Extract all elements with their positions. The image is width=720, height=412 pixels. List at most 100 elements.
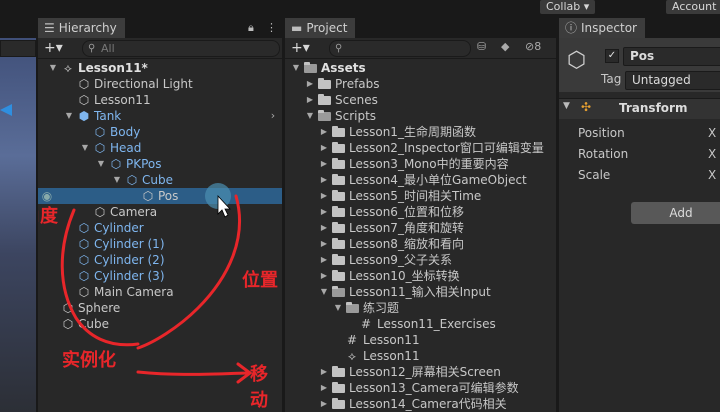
add-component-button[interactable]: Add	[631, 202, 720, 224]
inspector-tab-strip: ⓘ Inspector	[559, 18, 720, 38]
expand-arrow-icon[interactable]: ▼	[319, 284, 329, 300]
account-button[interactable]: Account	[666, 0, 720, 14]
expand-arrow-icon[interactable]: ▶	[319, 396, 329, 412]
project-item[interactable]: ▶ Lesson12_屏幕相关Screen	[285, 364, 556, 380]
project-item-label: Scenes	[335, 93, 378, 107]
collapse-arrow-icon[interactable]: ▼	[563, 101, 570, 111]
project-item[interactable]: ▶ Lesson3_Mono中的重要内容	[285, 156, 556, 172]
project-item[interactable]: ▶ Lesson1_生命周期函数	[285, 124, 556, 140]
project-item[interactable]: ▼ Assets	[285, 60, 556, 76]
expand-arrow-icon[interactable]: ▶	[319, 172, 329, 188]
expand-arrow-icon[interactable]: ▶	[305, 92, 315, 108]
project-search-input[interactable]: ⚲	[329, 40, 471, 57]
project-item-label: Assets	[321, 61, 366, 75]
axis-x-label[interactable]: X	[708, 123, 716, 143]
search-icon: ⚲	[335, 43, 343, 54]
project-item[interactable]: ▶ Lesson9_父子关系	[285, 252, 556, 268]
project-item[interactable]: ▶ Lesson13_Camera可编辑参数	[285, 380, 556, 396]
folder-icon	[304, 62, 317, 73]
expand-arrow-icon[interactable]: ▼	[305, 108, 315, 124]
inspector-header: ⬡ ✓ Pos Tag Untagged	[559, 38, 720, 92]
transform-row: Rotation X	[559, 144, 720, 164]
active-checkbox[interactable]: ✓	[605, 49, 619, 63]
project-item-label: Lesson13_Camera可编辑参数	[349, 381, 519, 395]
filter-by-type-icon[interactable]: ⛁	[477, 40, 486, 53]
project-item[interactable]: ▶ Lesson8_缩放和看向	[285, 236, 556, 252]
expand-arrow-icon[interactable]: ▶	[319, 252, 329, 268]
project-item-label: Lesson6_位置和位移	[349, 205, 464, 219]
project-create-button[interactable]: +▾	[291, 39, 310, 57]
inspector-panel: ⓘ Inspector ⬡ ✓ Pos Tag Untagged ▼ ✣ Tran…	[559, 18, 720, 412]
project-item[interactable]: ▶ Lesson4_最小单位GameObject	[285, 172, 556, 188]
project-item[interactable]: ▶ Scenes	[285, 92, 556, 108]
folder-icon	[332, 142, 345, 153]
inspector-tab-label: Inspector	[581, 21, 637, 35]
folder-icon	[332, 270, 345, 281]
transform-row-label: Rotation	[578, 147, 629, 161]
folder-icon	[318, 110, 331, 121]
transform-component-header[interactable]: ▼ ✣ Transform	[559, 98, 720, 119]
folder-icon	[332, 190, 345, 201]
project-item[interactable]: ▶ Lesson7_角度和旋转	[285, 220, 556, 236]
expand-arrow-icon[interactable]: ▶	[319, 188, 329, 204]
project-item[interactable]: ▶ Lesson14_Camera代码相关	[285, 396, 556, 412]
expand-arrow-icon[interactable]: ▶	[319, 380, 329, 396]
annotation-angle: 角度	[38, 206, 58, 227]
project-item[interactable]: ▼ Lesson11_输入相关Input	[285, 284, 556, 300]
expand-arrow-icon[interactable]: ▶	[319, 124, 329, 140]
project-item[interactable]: ▶ Prefabs	[285, 76, 556, 92]
project-item[interactable]: ⟡ Lesson11	[285, 348, 556, 364]
expand-arrow-icon[interactable]: ▶	[319, 236, 329, 252]
project-toolbar: +▾ ⚲ ⛁ ◆ ⊘8	[285, 38, 556, 59]
project-panel: ▬ Project +▾ ⚲ ⛁ ◆ ⊘8 ▼ Assets ▶ Prefabs ▶ Sce…	[285, 18, 556, 412]
axis-x-label[interactable]: X	[708, 144, 716, 164]
tag-dropdown[interactable]: Untagged	[625, 71, 720, 90]
project-tree: ▼ Assets ▶ Prefabs ▶ Scenes ▼ Scripts ▶ Lesson1_生…	[285, 59, 556, 412]
hidden-packages-icon[interactable]: ⊘8	[525, 40, 541, 53]
project-item[interactable]: # Lesson11_Exercises	[285, 316, 556, 332]
expand-arrow-icon[interactable]: ▼	[291, 60, 301, 76]
scene-tab-strip	[0, 18, 36, 38]
folder-icon	[332, 206, 345, 217]
object-name-field[interactable]: Pos	[623, 47, 720, 66]
filter-by-label-icon[interactable]: ◆	[501, 40, 509, 53]
expand-arrow-icon[interactable]: ▶	[319, 140, 329, 156]
axis-x-label[interactable]: X	[708, 165, 716, 185]
project-item-label: Lesson11	[363, 333, 420, 347]
folder-icon	[332, 238, 345, 249]
collab-button[interactable]: Collab ▾	[540, 0, 596, 14]
expand-arrow-icon[interactable]: ▶	[319, 268, 329, 284]
expand-arrow-icon[interactable]: ▼	[333, 300, 343, 316]
transform-row-label: Position	[578, 126, 625, 140]
project-item[interactable]: ▶ Lesson10_坐标转换	[285, 268, 556, 284]
annotation-instantiate: 实例化	[62, 350, 116, 371]
tab-project[interactable]: ▬ Project	[285, 18, 356, 38]
project-item-label: Lesson1_生命周期函数	[349, 125, 476, 139]
project-item-label: Lesson11_输入相关Input	[349, 285, 491, 299]
folder-icon	[332, 286, 345, 297]
project-item[interactable]: ▶ Lesson5_时间相关Time	[285, 188, 556, 204]
scene-search-input[interactable]	[0, 40, 36, 57]
project-item[interactable]: ▼ 练习题	[285, 300, 556, 316]
expand-arrow-icon[interactable]: ▶	[319, 156, 329, 172]
project-item[interactable]: # Lesson11	[285, 332, 556, 348]
project-item[interactable]: ▶ Lesson6_位置和位移	[285, 204, 556, 220]
project-item[interactable]: ▼ Scripts	[285, 108, 556, 124]
transform-row: Position X	[559, 123, 720, 143]
transform-icon: ✣	[581, 100, 592, 114]
tab-inspector[interactable]: ⓘ Inspector	[559, 18, 645, 38]
folder-icon	[332, 126, 345, 137]
expand-arrow-icon[interactable]: ▶	[319, 364, 329, 380]
expand-arrow-icon[interactable]: ▶	[319, 220, 329, 236]
expand-arrow-icon[interactable]: ▶	[305, 76, 315, 92]
project-item-label: Prefabs	[335, 77, 380, 91]
scene-view[interactable]	[0, 18, 36, 412]
project-item-label: Lesson11	[363, 349, 420, 363]
project-item[interactable]: ▶ Lesson2_Inspector窗口可编辑变量	[285, 140, 556, 156]
folder-icon	[318, 78, 331, 89]
expand-arrow-icon[interactable]: ▶	[319, 204, 329, 220]
tag-label: Tag	[601, 72, 622, 86]
folder-icon	[332, 174, 345, 185]
project-item-label: Lesson5_时间相关Time	[349, 189, 482, 203]
folder-icon	[332, 382, 345, 393]
